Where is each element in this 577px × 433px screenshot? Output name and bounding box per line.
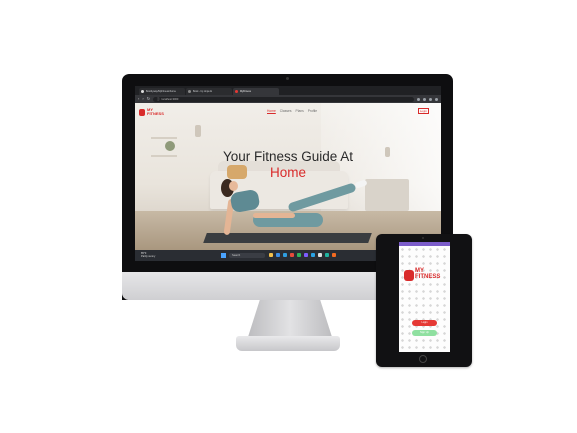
taskbar-app-icon[interactable] (311, 253, 315, 257)
reload-icon[interactable]: ↻ (147, 97, 150, 101)
vase-decor (195, 125, 201, 137)
taskbar-app-icon[interactable] (297, 253, 301, 257)
side-table (365, 179, 409, 211)
weather-widget[interactable]: 85°F Partly sunny (141, 252, 155, 258)
share-icon[interactable] (417, 97, 420, 101)
hero-title: Your Fitness Guide At (222, 149, 354, 164)
tablet-login-button[interactable]: Login (412, 320, 437, 326)
forward-arrow-icon[interactable]: › (142, 97, 143, 101)
bookmark-star-icon[interactable] (423, 97, 426, 101)
nav-classes[interactable]: Classes (280, 109, 292, 113)
taskbar-app-icon[interactable] (304, 253, 308, 257)
site-logo[interactable]: MY FITNESS (139, 108, 164, 116)
browser-tab-github[interactable]: Bootbyway/MyFitness/home (139, 88, 185, 95)
windows-start-icon[interactable] (221, 253, 226, 258)
browser-toolbar-icons (417, 97, 438, 101)
weather-desc: Partly sunny (141, 255, 156, 258)
monitor-stand-foot (236, 336, 340, 351)
browser-tab-bar: Bootbyway/MyFitness/home Book - by ninja… (135, 86, 441, 95)
taskbar-app-icon[interactable] (318, 253, 322, 257)
browser-tab-book[interactable]: Book - by ninja do (186, 88, 232, 95)
dumbbell-pattern-background (399, 246, 450, 352)
page-icon (188, 90, 191, 93)
nav-profile[interactable]: Profile (308, 109, 317, 113)
taskbar-search[interactable]: Search (229, 253, 265, 258)
nav-plans[interactable]: Plans (296, 109, 304, 113)
tablet-brand-text: MY FITNESS (415, 268, 440, 280)
camera-dot (286, 77, 289, 80)
github-icon (141, 90, 144, 93)
monitor-stand-neck (248, 300, 332, 337)
taskbar-app-icon[interactable] (325, 253, 329, 257)
taskbar-app-icon[interactable] (290, 253, 294, 257)
woman-forearm (253, 213, 295, 218)
shelf (151, 137, 177, 139)
taskbar-app-icon[interactable] (332, 253, 336, 257)
url-input[interactable]: ⓘ localhost:3000 (153, 96, 414, 102)
tablet-brand-line-2: FITNESS (415, 274, 441, 280)
tablet-signup-button[interactable]: Sign Up (412, 330, 437, 336)
url-text: localhost:3000 (161, 97, 179, 101)
fitness-icon (235, 90, 238, 93)
extensions-icon[interactable] (429, 97, 432, 101)
boxing-glove-icon (139, 108, 145, 116)
tablet-camera (422, 237, 424, 239)
hero-subtitle: Home (269, 165, 306, 180)
taskbar-app-icon[interactable] (269, 253, 273, 257)
info-icon: ⓘ (157, 98, 160, 101)
brand-text: MY FITNESS (147, 108, 164, 116)
back-arrow-icon[interactable]: ‹ (138, 97, 139, 101)
login-button[interactable]: Login (418, 108, 429, 114)
tab-label: MyFitness (240, 90, 251, 93)
browser-tab-myfitness[interactable]: MyFitness (233, 88, 279, 95)
site-nav: Home Classes Plans Profile (267, 109, 317, 113)
profile-icon[interactable] (435, 97, 438, 101)
tab-label: Bootbyway/MyFitness/home (146, 90, 176, 93)
nav-home[interactable]: Home (267, 109, 276, 113)
taskbar-app-icon[interactable] (276, 253, 280, 257)
woman-face (229, 181, 238, 191)
browser-address-bar: ‹ › ↻ ⓘ localhost:3000 (135, 95, 441, 103)
woman-torso (229, 188, 261, 214)
device-mockup-stage: Bootbyway/MyFitness/home Book - by ninja… (0, 0, 577, 433)
brand-line-2: FITNESS (147, 111, 164, 116)
boxing-glove-icon (404, 270, 414, 281)
fitness-home-page: MY FITNESS Home Classes Plans Profile Lo… (135, 103, 441, 250)
tablet-home-button[interactable] (419, 355, 427, 363)
tab-label: Book - by ninja do (193, 90, 213, 93)
taskbar-app-icon[interactable] (283, 253, 287, 257)
